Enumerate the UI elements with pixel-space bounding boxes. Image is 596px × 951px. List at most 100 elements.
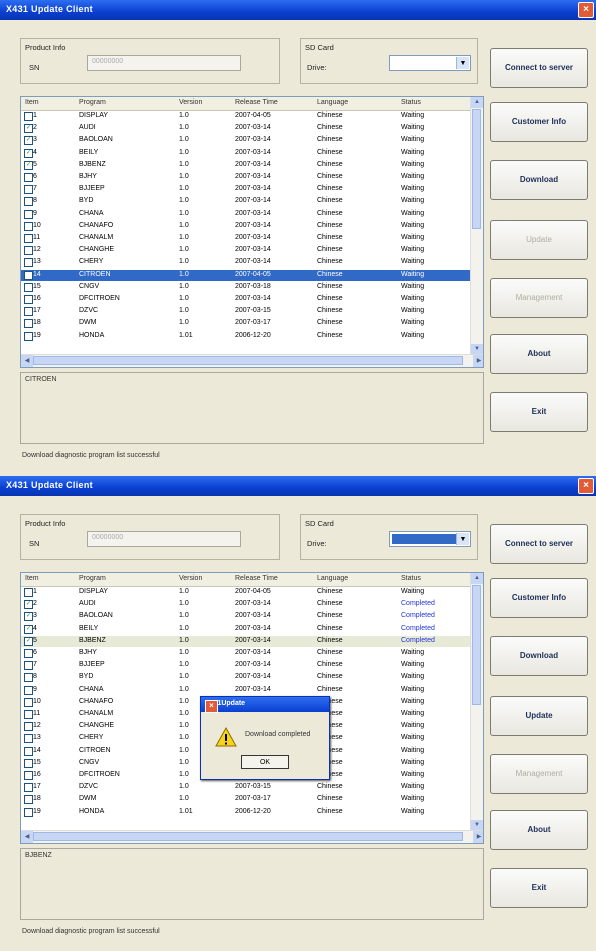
update-button[interactable]: Update [490,220,588,260]
row-checkbox[interactable] [24,771,33,780]
table-row[interactable]: ✓ 2 AUDI 1.0 2007-03-14 Chinese Waiting [21,123,473,134]
drive-select[interactable]: ▼ [389,55,471,71]
table-row[interactable]: 8 BYD 1.0 2007-03-14 Chinese Waiting [21,196,473,207]
row-checkbox[interactable] [24,221,33,231]
table-row[interactable]: 9 CHANA 1.0 2007-03-14 Chinese Waiting [21,209,473,220]
row-checkbox[interactable]: ✓ [24,636,33,646]
row-checkbox[interactable]: ✓ [24,148,33,158]
row-checkbox[interactable]: ✓ [24,136,33,146]
table-row[interactable]: 18 DWM 1.0 2007-03-17 Chinese Waiting [21,794,473,805]
table-row[interactable]: 12 CHANGHE 1.0 2007-03-14 Chinese Waiting [21,245,473,256]
col-language[interactable]: Language [317,575,348,582]
about-button[interactable]: About [490,810,588,850]
update-button[interactable]: Update [490,696,588,736]
table-row[interactable]: 9 CHANA 1.0 2007-03-14 Chinese Waiting [21,685,473,696]
row-checkbox[interactable] [24,246,33,256]
row-checkbox[interactable] [24,234,33,243]
col-item[interactable]: Item [25,99,39,106]
table-row[interactable]: 19 HONDA 1.01 2006-12-20 Chinese Waiting [21,331,473,342]
row-checkbox[interactable] [24,295,33,304]
row-checkbox[interactable] [24,258,33,268]
col-item[interactable]: Item [25,575,39,582]
drive-select[interactable]: ▼ [389,531,471,547]
col-language[interactable]: Language [317,99,348,106]
horizontal-scrollbar[interactable]: ◀ ▶ [21,354,483,367]
row-checkbox[interactable] [24,319,33,329]
sn-field[interactable]: 00000000 [87,531,241,547]
scroll-left-icon[interactable]: ◀ [21,355,33,367]
close-icon[interactable]: × [205,700,218,713]
table-row[interactable]: 16 DFCITROEN 1.0 2007-03-14 Chinese Waiting [21,294,473,305]
hscroll-thumb[interactable] [33,832,463,841]
close-icon[interactable]: × [578,2,594,18]
row-checkbox[interactable]: ✓ [24,270,33,280]
table-row[interactable]: 1 DISPLAY 1.0 2007-04-05 Chinese Waiting [21,587,473,598]
customer-info-button[interactable]: Customer Info [490,102,588,142]
management-button[interactable]: Management [490,754,588,794]
row-checkbox[interactable] [24,758,33,768]
row-checkbox[interactable] [24,185,33,195]
management-button[interactable]: Management [490,278,588,318]
col-version[interactable]: Version [179,575,202,582]
col-status[interactable]: Status [401,99,421,106]
row-checkbox[interactable] [24,588,33,597]
horizontal-scrollbar[interactable]: ◀ ▶ [21,830,483,843]
connect-to-server-button[interactable]: Connect to server [490,524,588,564]
ok-button[interactable]: OK [241,755,289,769]
row-checkbox[interactable]: ✓ [24,612,33,622]
table-row[interactable]: 7 BJJEEP 1.0 2007-03-14 Chinese Waiting [21,660,473,671]
table-row[interactable]: 10 CHANAFO 1.0 2007-03-14 Chinese Waiting [21,221,473,232]
vertical-scrollbar[interactable]: ▲ ▼ [470,573,483,831]
table-row[interactable]: 1 DISPLAY 1.0 2007-04-05 Chinese Waiting [21,111,473,122]
col-status[interactable]: Status [401,575,421,582]
table-row[interactable]: 17 DZVC 1.0 2007-03-15 Chinese Waiting [21,782,473,793]
about-button[interactable]: About [490,334,588,374]
connect-to-server-button[interactable]: Connect to server [490,48,588,88]
hscroll-thumb[interactable] [33,356,463,365]
table-row[interactable]: 7 BJJEEP 1.0 2007-03-14 Chinese Waiting [21,184,473,195]
row-checkbox[interactable] [24,209,33,219]
download-button[interactable]: Download [490,160,588,200]
col-release-time[interactable]: Release Time [235,99,278,106]
table-row[interactable]: 13 CHERY 1.0 2007-03-14 Chinese Waiting [21,257,473,268]
col-program[interactable]: Program [79,575,106,582]
row-checkbox[interactable] [24,673,33,683]
row-checkbox[interactable]: ✓ [24,624,33,634]
row-checkbox[interactable] [24,197,33,207]
exit-button[interactable]: Exit [490,868,588,908]
row-checkbox[interactable] [24,331,33,341]
sn-field[interactable]: 00000000 [87,55,241,71]
row-checkbox[interactable] [24,783,33,793]
row-checkbox[interactable] [24,722,33,732]
table-row[interactable]: ✓ 5 BJBENZ 1.0 2007-03-14 Chinese Waiting [21,160,473,171]
table-row[interactable]: 17 DZVC 1.0 2007-03-15 Chinese Waiting [21,306,473,317]
row-checkbox[interactable] [24,746,33,756]
table-row[interactable]: 15 CNGV 1.0 2007-03-18 Chinese Waiting [21,282,473,293]
customer-info-button[interactable]: Customer Info [490,578,588,618]
table-row[interactable]: 11 CHANALM 1.0 2007-03-14 Chinese Waiting [21,233,473,244]
row-checkbox[interactable] [24,795,33,805]
scroll-right-icon[interactable]: ▶ [473,831,483,843]
row-checkbox[interactable] [24,685,33,695]
row-checkbox[interactable] [24,112,33,121]
row-checkbox[interactable] [24,710,33,719]
close-icon[interactable]: × [578,478,594,494]
table-row[interactable]: ✓ 4 BEILY 1.0 2007-03-14 Chinese Completed [21,624,473,635]
vertical-scrollbar[interactable]: ▲ ▼ [470,97,483,355]
row-checkbox[interactable] [24,661,33,671]
row-checkbox[interactable] [24,734,33,744]
scroll-up-icon[interactable]: ▲ [471,97,483,108]
table-row[interactable]: ✓ 4 BEILY 1.0 2007-03-14 Chinese Waiting [21,148,473,159]
scroll-thumb[interactable] [472,585,481,705]
row-checkbox[interactable]: ✓ [24,124,33,134]
table-row[interactable]: 8 BYD 1.0 2007-03-14 Chinese Waiting [21,672,473,683]
scroll-thumb[interactable] [472,109,481,229]
row-checkbox[interactable]: ✓ [24,600,33,610]
table-row[interactable]: 19 HONDA 1.01 2006-12-20 Chinese Waiting [21,807,473,818]
table-row[interactable]: 18 DWM 1.0 2007-03-17 Chinese Waiting [21,318,473,329]
row-checkbox[interactable]: ✓ [24,160,33,170]
download-button[interactable]: Download [490,636,588,676]
col-version[interactable]: Version [179,99,202,106]
table-row[interactable]: ✓ 2 AUDI 1.0 2007-03-14 Chinese Completed [21,599,473,610]
table-row[interactable]: 6 BJHY 1.0 2007-03-14 Chinese Waiting [21,648,473,659]
